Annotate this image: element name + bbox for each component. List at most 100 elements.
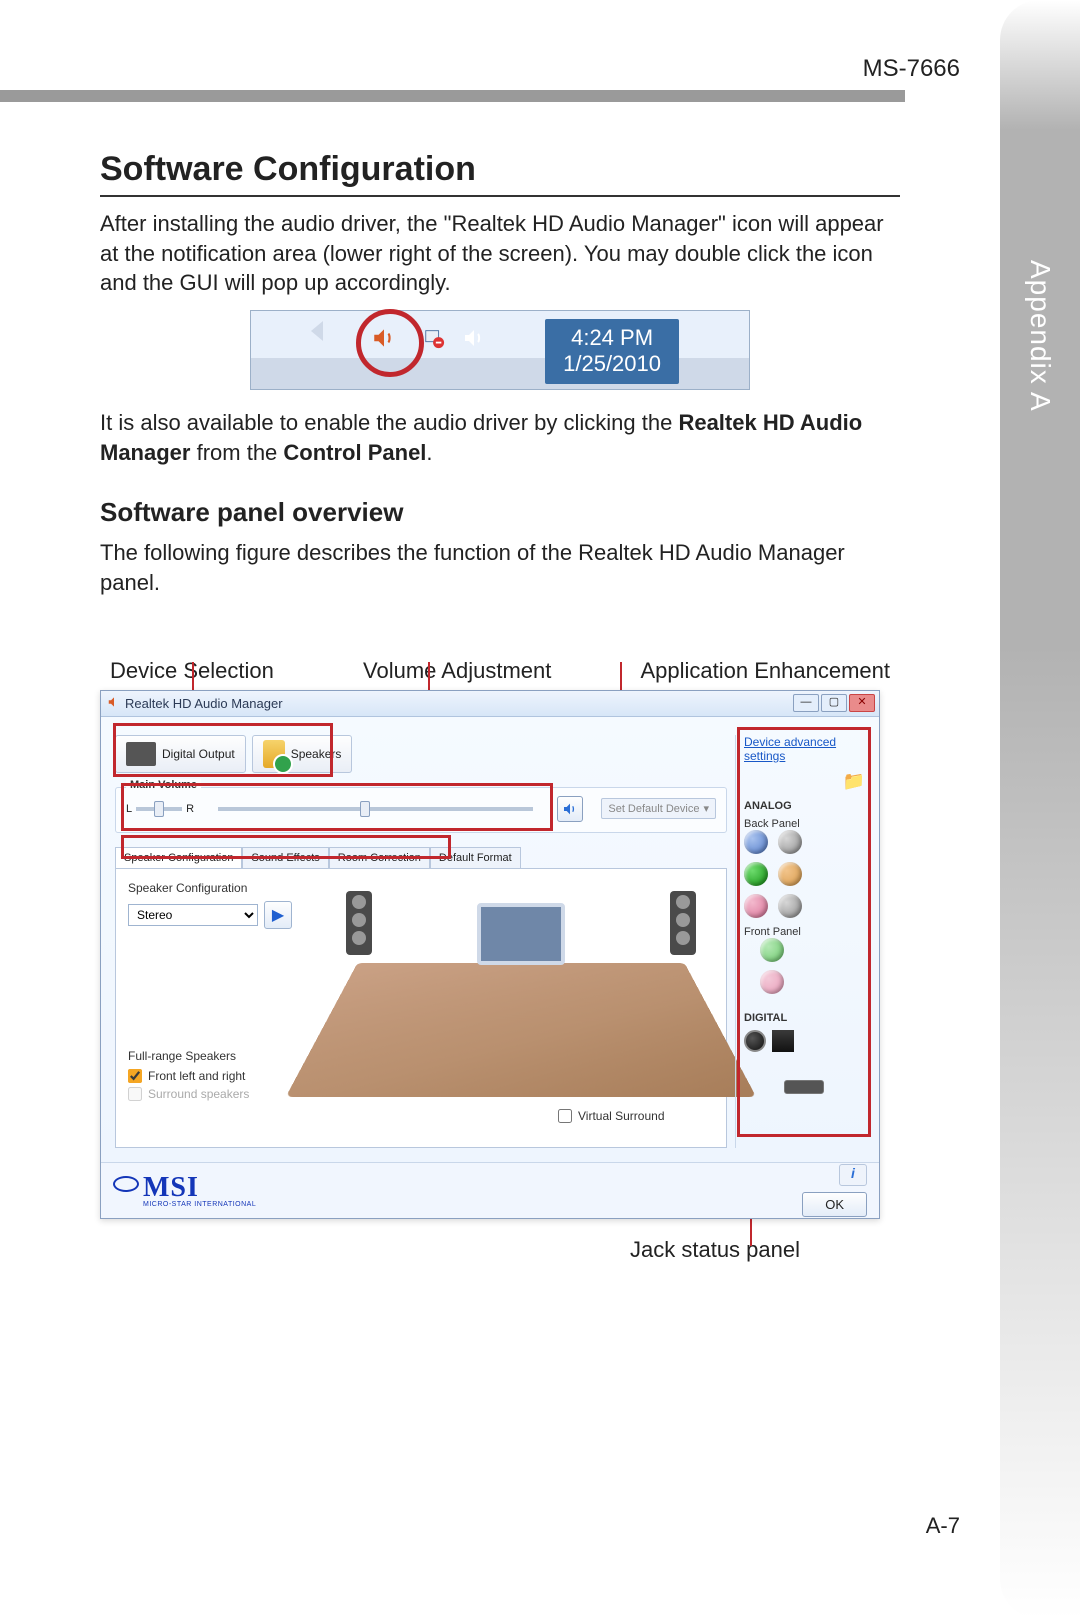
systray-figure: 4:24 PM 1/25/2010 xyxy=(250,310,750,390)
balance-slider[interactable]: L R xyxy=(126,803,194,815)
digital-output-icon xyxy=(126,742,156,766)
room-illustration: Virtual Surround xyxy=(328,881,714,1135)
msi-logo: MSI MICRO-STAR INTERNATIONAL xyxy=(113,1172,256,1208)
digital-optical-icon[interactable] xyxy=(772,1030,794,1052)
speakers-icon xyxy=(263,740,285,768)
folder-icon[interactable]: 📁 xyxy=(744,771,865,792)
room-monitor-icon xyxy=(477,903,565,965)
device-speakers-label: Speakers xyxy=(291,747,342,761)
jack-grey-1[interactable] xyxy=(778,830,802,854)
back-panel-label: Back Panel xyxy=(744,818,865,830)
jack-pink[interactable] xyxy=(744,894,768,918)
intro-paragraph: After installing the audio driver, the "… xyxy=(100,209,900,298)
chk-surround: Surround speakers xyxy=(128,1087,308,1101)
anno-application-enhancement: Application Enhancement xyxy=(641,658,891,684)
hdmi-port-icon[interactable] xyxy=(784,1080,824,1094)
device-digital-output[interactable]: Digital Output xyxy=(115,735,246,773)
back-panel-jacks xyxy=(744,830,865,918)
front-panel-label: Front Panel xyxy=(744,926,865,938)
window-controls: — ▢ ✕ xyxy=(793,694,875,712)
tab-speaker-configuration[interactable]: Speaker Configuration xyxy=(115,847,242,868)
side-tab: Appendix A xyxy=(1000,0,1080,1619)
volume-thumb[interactable] xyxy=(360,801,370,817)
full-range-title: Full-range Speakers xyxy=(128,1049,308,1063)
tab-sound-effects[interactable]: Sound Effects xyxy=(242,847,328,868)
fp-jack-2[interactable] xyxy=(760,970,784,994)
digital-jacks xyxy=(744,1030,865,1052)
jack-grey-2[interactable] xyxy=(778,894,802,918)
msi-subtext: MICRO-STAR INTERNATIONAL xyxy=(143,1201,256,1208)
room-speaker-left-icon xyxy=(346,891,372,955)
overview-paragraph: The following figure describes the funct… xyxy=(100,538,900,597)
header-rule xyxy=(0,90,905,102)
speaker-config-label: Speaker Configuration xyxy=(128,881,308,895)
main-panel: Digital Output Speakers Main Volume L xyxy=(115,735,727,1148)
tab-default-format[interactable]: Default Format xyxy=(430,847,521,868)
anno-jack-status: Jack status panel xyxy=(100,1237,900,1263)
volume-tray-icon[interactable] xyxy=(459,323,489,353)
speaker-titlebar-icon xyxy=(107,695,121,712)
titlebar: Realtek HD Audio Manager — ▢ ✕ xyxy=(101,691,879,717)
balance-thumb[interactable] xyxy=(154,801,164,817)
tray-clock[interactable]: 4:24 PM 1/25/2010 xyxy=(545,319,679,384)
jack-green[interactable] xyxy=(744,862,768,886)
device-advanced-settings-link[interactable]: Device advanced settings xyxy=(744,735,865,763)
window-title: Realtek HD Audio Manager xyxy=(125,696,283,711)
window-body: Digital Output Speakers Main Volume L xyxy=(101,717,879,1162)
tab-room-correction[interactable]: Room Correction xyxy=(329,847,430,868)
tray-time: 4:24 PM xyxy=(563,325,661,351)
front-panel-jacks xyxy=(760,938,865,994)
realtek-tray-icon[interactable] xyxy=(369,323,399,353)
page-number: A-7 xyxy=(926,1513,960,1539)
control-panel-paragraph: It is also available to enable the audio… xyxy=(100,408,900,467)
window-footer: MSI MICRO-STAR INTERNATIONAL i OK xyxy=(101,1162,879,1218)
chevron-down-icon: ▾ xyxy=(703,802,709,815)
section-title: Software Configuration xyxy=(100,150,900,197)
ok-button[interactable]: OK xyxy=(802,1192,867,1217)
jack-blue[interactable] xyxy=(744,830,768,854)
network-tray-icon[interactable] xyxy=(419,323,449,353)
tray-date: 1/25/2010 xyxy=(563,351,661,377)
full-range-box: Full-range Speakers Front left and right… xyxy=(128,1049,308,1101)
anno-volume-adjustment: Volume Adjustment xyxy=(363,658,551,684)
main-volume-box: Main Volume L R Set Default xyxy=(115,787,727,833)
volume-slider[interactable] xyxy=(218,807,533,811)
room-floor xyxy=(286,963,757,1097)
tray-expand-arrow-icon xyxy=(311,321,323,341)
main-volume-label: Main Volume xyxy=(126,779,201,791)
balance-track xyxy=(136,807,182,811)
realtek-figure: Realtek HD Audio Manager — ▢ ✕ Digital O… xyxy=(100,690,900,1263)
minimize-button[interactable]: — xyxy=(793,694,819,712)
speaker-config-left: Speaker Configuration Stereo ▶ Full-rang… xyxy=(128,881,308,1135)
tab-panel: Speaker Configuration Stereo ▶ Full-rang… xyxy=(115,868,727,1148)
side-panel: Device advanced settings 📁 ANALOG Back P… xyxy=(735,735,865,1148)
realtek-window: Realtek HD Audio Manager — ▢ ✕ Digital O… xyxy=(100,690,880,1219)
subheading-overview: Software panel overview xyxy=(100,497,900,528)
device-row: Digital Output Speakers xyxy=(115,735,727,773)
test-play-button[interactable]: ▶ xyxy=(264,901,292,929)
room-speaker-right-icon xyxy=(670,891,696,955)
digital-coax-icon[interactable] xyxy=(744,1030,766,1052)
fp-jack-1[interactable] xyxy=(760,938,784,962)
set-default-device[interactable]: Set Default Device ▾ xyxy=(601,798,716,819)
info-button[interactable]: i xyxy=(839,1164,867,1186)
side-tab-label: Appendix A xyxy=(1024,260,1056,412)
chk-front-lr[interactable]: Front left and right xyxy=(128,1069,308,1083)
close-button[interactable]: ✕ xyxy=(849,694,875,712)
content-area: Software Configuration After installing … xyxy=(100,150,900,1263)
tab-row: Speaker Configuration Sound Effects Room… xyxy=(115,847,727,868)
maximize-button[interactable]: ▢ xyxy=(821,694,847,712)
mute-button[interactable] xyxy=(557,796,583,822)
sound-icon xyxy=(562,801,578,817)
model-number: MS-7666 xyxy=(863,55,960,83)
page: MS-7666 Appendix A Software Configuratio… xyxy=(0,0,1080,1619)
chk-virtual-surround[interactable]: Virtual Surround xyxy=(558,1109,665,1123)
device-digital-label: Digital Output xyxy=(162,747,235,761)
speaker-config-select[interactable]: Stereo xyxy=(128,904,258,926)
jack-orange[interactable] xyxy=(778,862,802,886)
digital-title: DIGITAL xyxy=(744,1012,865,1024)
annotation-row: Device Selection Volume Adjustment Appli… xyxy=(100,658,900,684)
anno-device-selection: Device Selection xyxy=(110,658,274,684)
analog-title: ANALOG xyxy=(744,800,865,812)
device-speakers[interactable]: Speakers xyxy=(252,735,353,773)
